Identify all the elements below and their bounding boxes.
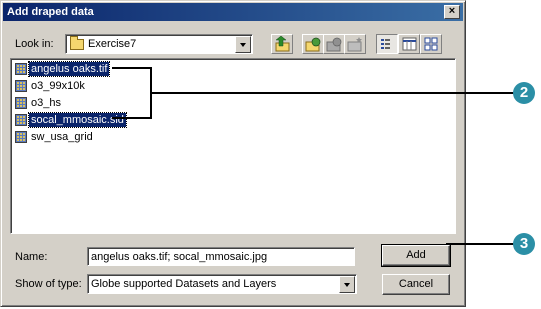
cancel-button[interactable]: Cancel [382, 274, 450, 295]
dialog-title: Add draped data [7, 6, 94, 18]
new-folder-button[interactable] [344, 34, 366, 54]
chevron-down-icon[interactable] [339, 276, 355, 293]
name-value: angelus oaks.tif; socal_mmosaic.jpg [91, 251, 268, 263]
look-in-combo[interactable]: Exercise7 [65, 34, 253, 54]
add-draped-data-dialog: Add draped data × Look in: Exercise7 ang… [0, 0, 466, 307]
connect-to-folder-button[interactable] [302, 34, 324, 54]
file-name: o3_hs [31, 97, 61, 109]
up-one-level-icon [275, 36, 290, 52]
name-field[interactable]: angelus oaks.tif; socal_mmosaic.jpg [87, 247, 355, 266]
look-in-label: Look in: [15, 38, 54, 50]
up-one-level-button[interactable] [271, 34, 293, 54]
file-list[interactable]: angelus oaks.tif o3_99x10k o3_hs socal_m… [10, 58, 456, 234]
file-name: o3_99x10k [31, 80, 85, 92]
name-label: Name: [15, 251, 48, 263]
thumbnails-view-icon [424, 37, 438, 51]
details-view-icon [402, 37, 417, 51]
callout-leader-3 [446, 243, 514, 245]
step-3-badge: 3 [513, 233, 535, 255]
raster-dataset-icon [15, 131, 27, 143]
add-button[interactable]: Add [381, 244, 451, 267]
callout-bracket-top [112, 67, 152, 69]
show-of-type-combo[interactable]: Globe supported Datasets and Layers [87, 274, 357, 294]
file-name: sw_usa_grid [31, 131, 93, 143]
list-view-icon [381, 39, 390, 49]
file-name: angelus oaks.tif [27, 61, 111, 77]
raster-dataset-icon [15, 63, 27, 75]
details-view-button[interactable] [398, 34, 420, 54]
list-view-button[interactable] [376, 34, 398, 54]
thumbnails-view-button[interactable] [420, 34, 442, 54]
close-button[interactable]: × [444, 5, 460, 19]
chevron-down-icon[interactable] [235, 36, 251, 53]
disconnect-folder-icon [326, 37, 342, 52]
disconnect-folder-button[interactable] [323, 34, 345, 54]
file-name: socal_mmosaic.sid [28, 112, 127, 128]
title-bar[interactable]: Add draped data × [3, 3, 463, 21]
callout-leader-2 [150, 92, 514, 94]
step-2-badge: 2 [513, 82, 535, 104]
look-in-value: Exercise7 [88, 38, 137, 50]
callout-bracket-bottom [112, 117, 152, 119]
show-of-type-value: Globe supported Datasets and Layers [91, 278, 277, 290]
raster-dataset-icon [15, 80, 27, 92]
show-of-type-label: Show of type: [15, 278, 82, 290]
new-folder-icon [347, 37, 362, 52]
connect-to-folder-icon [305, 37, 321, 52]
raster-dataset-icon [15, 97, 27, 109]
raster-dataset-icon [15, 114, 27, 126]
folder-icon [70, 36, 84, 50]
close-icon: × [448, 5, 456, 17]
